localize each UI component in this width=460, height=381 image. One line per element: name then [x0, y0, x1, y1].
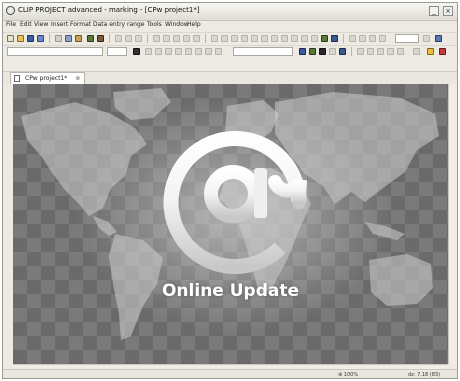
tool-icon[interactable] — [359, 35, 366, 42]
tool-icon[interactable] — [387, 48, 394, 55]
tool-icon[interactable] — [163, 35, 170, 42]
tool-icon[interactable] — [301, 35, 308, 42]
tool-icon[interactable] — [413, 48, 420, 55]
document-tab-label: CPw project1* — [25, 75, 68, 82]
print-icon[interactable] — [37, 35, 44, 42]
tool-icon[interactable] — [211, 35, 218, 42]
vertical-scrollbar[interactable] — [448, 84, 457, 364]
line-color-icon[interactable] — [299, 48, 306, 55]
font-size-combo[interactable] — [107, 47, 127, 56]
minimize-button[interactable]: _ — [429, 6, 439, 16]
status-zoom: ⊕ 100% — [338, 372, 359, 378]
menu-insert[interactable]: Insert — [51, 21, 68, 28]
document-icon — [14, 75, 20, 82]
tool-icon[interactable] — [311, 35, 318, 42]
window-title: CLIP PROJECT advanced - marking - [CPw p… — [18, 6, 200, 14]
insert-row-icon[interactable] — [135, 35, 142, 42]
document-tab[interactable]: CPw project1* ⊗ — [10, 72, 86, 84]
menu-file[interactable]: File — [6, 21, 16, 28]
tool-icon[interactable] — [367, 48, 374, 55]
tool-icon[interactable] — [423, 35, 430, 42]
grid-icon[interactable] — [125, 35, 132, 42]
new-file-icon[interactable] — [7, 35, 14, 42]
fill-color-icon[interactable] — [309, 48, 316, 55]
zoom-combo[interactable] — [395, 34, 419, 43]
brush-icon[interactable] — [321, 35, 328, 42]
paste-icon[interactable] — [75, 35, 82, 42]
tool-icon[interactable] — [251, 35, 258, 42]
menu-edit[interactable]: Edit — [20, 21, 32, 28]
close-tab-icon[interactable]: ⊗ — [75, 75, 80, 82]
help-icon[interactable] — [435, 35, 442, 42]
tool-icon[interactable] — [349, 35, 356, 42]
symbol-icon[interactable] — [329, 48, 336, 55]
tool-icon[interactable] — [261, 35, 268, 42]
tool-icon[interactable] — [291, 35, 298, 42]
tool-icon[interactable] — [231, 35, 238, 42]
online-update-splash: Online Update — [13, 84, 448, 364]
align-center-icon[interactable] — [185, 48, 192, 55]
status-coordinates: dz: 7.18 (83) — [408, 372, 441, 378]
undo-icon[interactable] — [87, 35, 94, 42]
selection-icon[interactable] — [331, 35, 338, 42]
tool-icon[interactable] — [281, 35, 288, 42]
tool-icon[interactable] — [193, 35, 200, 42]
tool-icon[interactable] — [369, 35, 376, 42]
highlight-icon[interactable] — [427, 48, 434, 55]
document-tab-bar: CPw project1* ⊗ — [3, 71, 457, 84]
menu-data-entry-range[interactable]: Data entry range — [93, 21, 144, 28]
online-update-caption: Online Update — [161, 281, 300, 301]
save-icon[interactable] — [27, 35, 34, 42]
copy-icon[interactable] — [65, 35, 72, 42]
format-toolbar — [3, 45, 457, 58]
indent-icon[interactable] — [215, 48, 222, 55]
tool-icon[interactable] — [357, 48, 364, 55]
cut-icon[interactable] — [55, 35, 62, 42]
frame-icon[interactable] — [339, 48, 346, 55]
close-button[interactable]: × — [443, 6, 453, 16]
app-icon — [6, 6, 15, 15]
menu-help[interactable]: Help — [187, 21, 201, 28]
tool-icon[interactable] — [183, 35, 190, 42]
style-combo[interactable] — [233, 47, 293, 56]
tool-icon[interactable] — [271, 35, 278, 42]
underline-icon[interactable] — [165, 48, 172, 55]
table-icon[interactable] — [115, 35, 122, 42]
tool-icon[interactable] — [173, 35, 180, 42]
menu-bar: File Edit View Insert Format Data entry … — [3, 20, 457, 31]
align-justify-icon[interactable] — [205, 48, 212, 55]
font-name-combo[interactable] — [7, 47, 103, 56]
menu-window[interactable]: Window — [165, 21, 189, 28]
status-bar: ⊕ 100% dz: 7.18 (83) — [3, 369, 457, 378]
tool-icon[interactable] — [241, 35, 248, 42]
marker-icon[interactable] — [439, 48, 446, 55]
align-left-icon[interactable] — [175, 48, 182, 55]
tool-icon[interactable] — [397, 48, 404, 55]
menu-format[interactable]: Format — [70, 21, 91, 28]
tool-icon[interactable] — [221, 35, 228, 42]
open-folder-icon[interactable] — [17, 35, 24, 42]
arrow-icon[interactable] — [319, 48, 326, 55]
italic-icon[interactable] — [155, 48, 162, 55]
bold-icon[interactable] — [145, 48, 152, 55]
menu-tools[interactable]: Tools — [147, 21, 162, 28]
tool-icon[interactable] — [379, 35, 386, 42]
at-sign-icon — [163, 130, 307, 274]
align-right-icon[interactable] — [195, 48, 202, 55]
standard-toolbar — [3, 32, 457, 45]
tool-icon[interactable] — [377, 48, 384, 55]
redo-icon[interactable] — [97, 35, 104, 42]
font-color-icon[interactable] — [133, 48, 140, 55]
tool-icon[interactable] — [153, 35, 160, 42]
app-window: CLIP PROJECT advanced - marking - [CPw p… — [2, 2, 458, 379]
menu-view[interactable]: View — [34, 21, 48, 28]
title-bar: CLIP PROJECT advanced - marking - [CPw p… — [3, 3, 457, 21]
